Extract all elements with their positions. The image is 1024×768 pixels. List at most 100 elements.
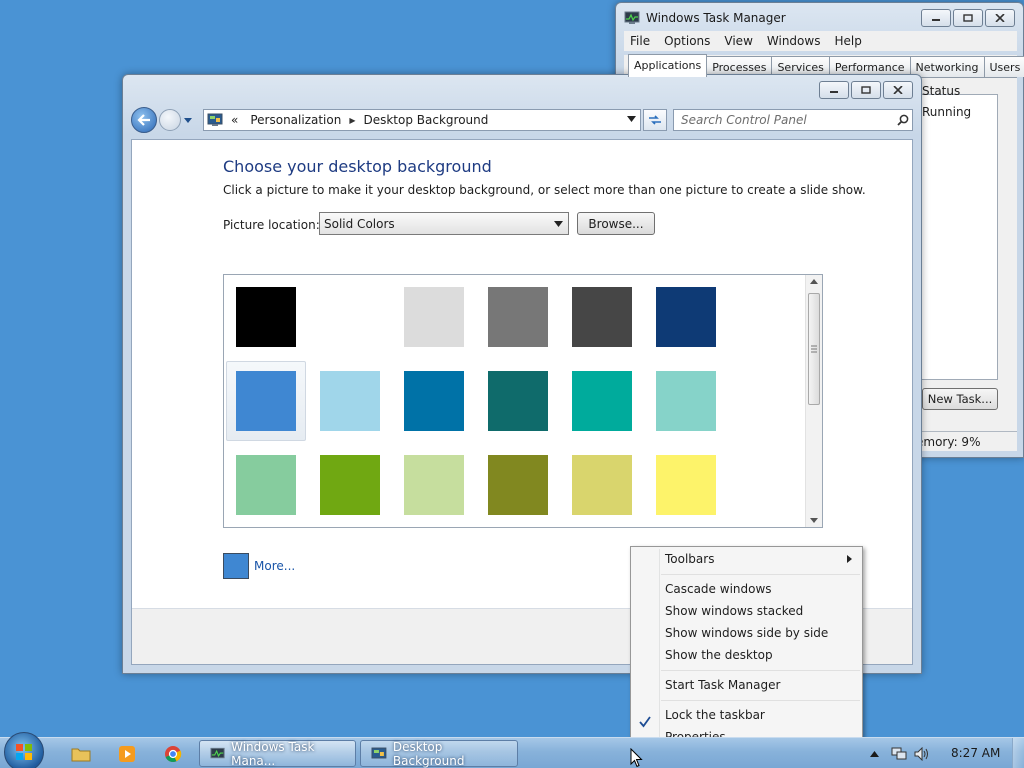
menu-item-show-stacked[interactable]: Show windows stacked (665, 604, 803, 618)
search-input[interactable]: Search Control Panel (673, 109, 913, 131)
cp-maximize-button[interactable] (851, 81, 881, 99)
color-swatch-cell[interactable] (478, 277, 558, 357)
color-swatch (656, 371, 716, 431)
breadcrumb-prefix[interactable]: « (231, 113, 238, 127)
menu-item-start-task-manager[interactable]: Start Task Manager (665, 678, 780, 692)
taskbar[interactable]: Windows Task Mana... Desktop Background … (0, 732, 1024, 768)
color-swatch-cell[interactable] (562, 361, 642, 441)
back-button[interactable] (131, 107, 157, 133)
menu-item-lock-taskbar[interactable]: Lock the taskbar (665, 708, 765, 722)
color-swatch (404, 371, 464, 431)
color-swatch (488, 455, 548, 515)
color-swatch-cell[interactable] (310, 445, 390, 525)
color-swatch (656, 455, 716, 515)
refresh-icon (649, 115, 661, 125)
start-button[interactable] (4, 732, 44, 768)
color-swatch (320, 287, 380, 347)
chrome-icon (165, 745, 182, 762)
color-swatch-cell[interactable] (310, 361, 390, 441)
gallery-scrollbar[interactable] (805, 275, 822, 527)
color-gallery (223, 274, 823, 528)
address-dropdown-icon[interactable] (627, 116, 636, 122)
tab-networking[interactable]: Networking (909, 56, 985, 77)
color-swatch (404, 455, 464, 515)
menu-item-side-by-side[interactable]: Show windows side by side (665, 626, 828, 640)
scroll-up-icon[interactable] (810, 279, 818, 284)
pinned-explorer[interactable] (63, 741, 99, 766)
close-icon (995, 14, 1005, 22)
forward-button[interactable] (159, 109, 181, 131)
menu-options[interactable]: Options (664, 34, 710, 48)
tab-users[interactable]: Users (983, 56, 1024, 77)
more-colors-swatch[interactable] (223, 553, 249, 579)
menu-view[interactable]: View (724, 34, 752, 48)
clock[interactable]: 8:27 AM (951, 746, 1000, 760)
breadcrumb-desktop-background[interactable]: Desktop Background (363, 113, 488, 127)
taskbar-button-desktop-background[interactable]: Desktop Background (360, 740, 518, 768)
application-row-status[interactable]: Running (922, 105, 971, 119)
color-swatch-cell[interactable] (646, 361, 726, 441)
back-arrow-icon (137, 114, 150, 126)
refresh-button[interactable] (643, 109, 667, 131)
color-swatch-cell[interactable] (394, 277, 474, 357)
cp-close-button[interactable] (883, 81, 913, 99)
minimize-icon (932, 19, 940, 21)
control-panel-icon (207, 113, 223, 126)
color-swatch-cell[interactable] (226, 445, 306, 525)
menu-windows[interactable]: Windows (767, 34, 821, 48)
pinned-media-player[interactable] (109, 741, 145, 766)
scroll-down-icon[interactable] (810, 518, 818, 523)
color-swatch-cell[interactable] (394, 445, 474, 525)
taskbar-button-task-manager[interactable]: Windows Task Mana... (199, 739, 356, 768)
address-box[interactable]: « Personalization ▶ Desktop Background (203, 109, 641, 131)
grip-icon (811, 345, 817, 353)
new-task-button[interactable]: New Task... (922, 388, 998, 410)
taskbar-button-label: Windows Task Mana... (231, 739, 315, 768)
color-swatch (488, 287, 548, 347)
breadcrumb-personalization[interactable]: Personalization (250, 113, 341, 127)
color-swatch-cell[interactable] (562, 277, 642, 357)
show-hidden-icons-icon[interactable] (870, 751, 879, 757)
submenu-arrow-icon (847, 555, 852, 563)
scrollbar-thumb[interactable] (808, 293, 820, 405)
color-swatch-cell[interactable] (478, 445, 558, 525)
show-desktop-button[interactable] (1012, 738, 1024, 768)
menu-file[interactable]: File (630, 34, 650, 48)
picture-location-select[interactable]: Solid Colors (319, 212, 569, 235)
task-manager-icon (210, 747, 225, 758)
menu-item-cascade-windows[interactable]: Cascade windows (665, 582, 772, 596)
cp-minimize-button[interactable] (819, 81, 849, 99)
tab-applications[interactable]: Applications (628, 54, 708, 77)
menu-item-toolbars[interactable]: Toolbars (665, 552, 714, 566)
color-swatch-cell[interactable] (646, 277, 726, 357)
menu-item-show-desktop[interactable]: Show the desktop (665, 648, 773, 662)
browse-button[interactable]: Browse... (577, 212, 655, 235)
color-swatch (320, 455, 380, 515)
color-swatch-cell[interactable] (478, 361, 558, 441)
status-column-header[interactable]: Status (922, 84, 960, 98)
volume-icon[interactable] (914, 747, 930, 761)
close-icon (893, 86, 903, 94)
menu-divider (661, 700, 860, 701)
minimize-button[interactable] (921, 9, 951, 27)
pinned-chrome[interactable] (155, 741, 191, 766)
maximize-button[interactable] (953, 9, 983, 27)
color-swatch-cell[interactable] (226, 361, 306, 441)
menu-help[interactable]: Help (834, 34, 861, 48)
close-button[interactable] (985, 9, 1015, 27)
recent-pages-dropdown[interactable] (184, 117, 194, 123)
menu-gutter (659, 549, 660, 747)
restore-icon (861, 86, 871, 94)
more-colors-link[interactable]: More... (254, 559, 295, 573)
picture-location-label: Picture location: (223, 218, 320, 232)
checkmark-icon (639, 716, 651, 728)
color-swatch-cell[interactable] (226, 277, 306, 357)
search-icon[interactable] (897, 114, 909, 126)
color-swatch-cell[interactable] (394, 361, 474, 441)
color-swatch-cell[interactable] (310, 277, 390, 357)
minimize-icon (830, 91, 838, 93)
network-icon[interactable] (891, 747, 907, 761)
breadcrumb-separator-icon[interactable]: ▶ (349, 116, 355, 125)
color-swatch-cell[interactable] (562, 445, 642, 525)
color-swatch-cell[interactable] (646, 445, 726, 525)
